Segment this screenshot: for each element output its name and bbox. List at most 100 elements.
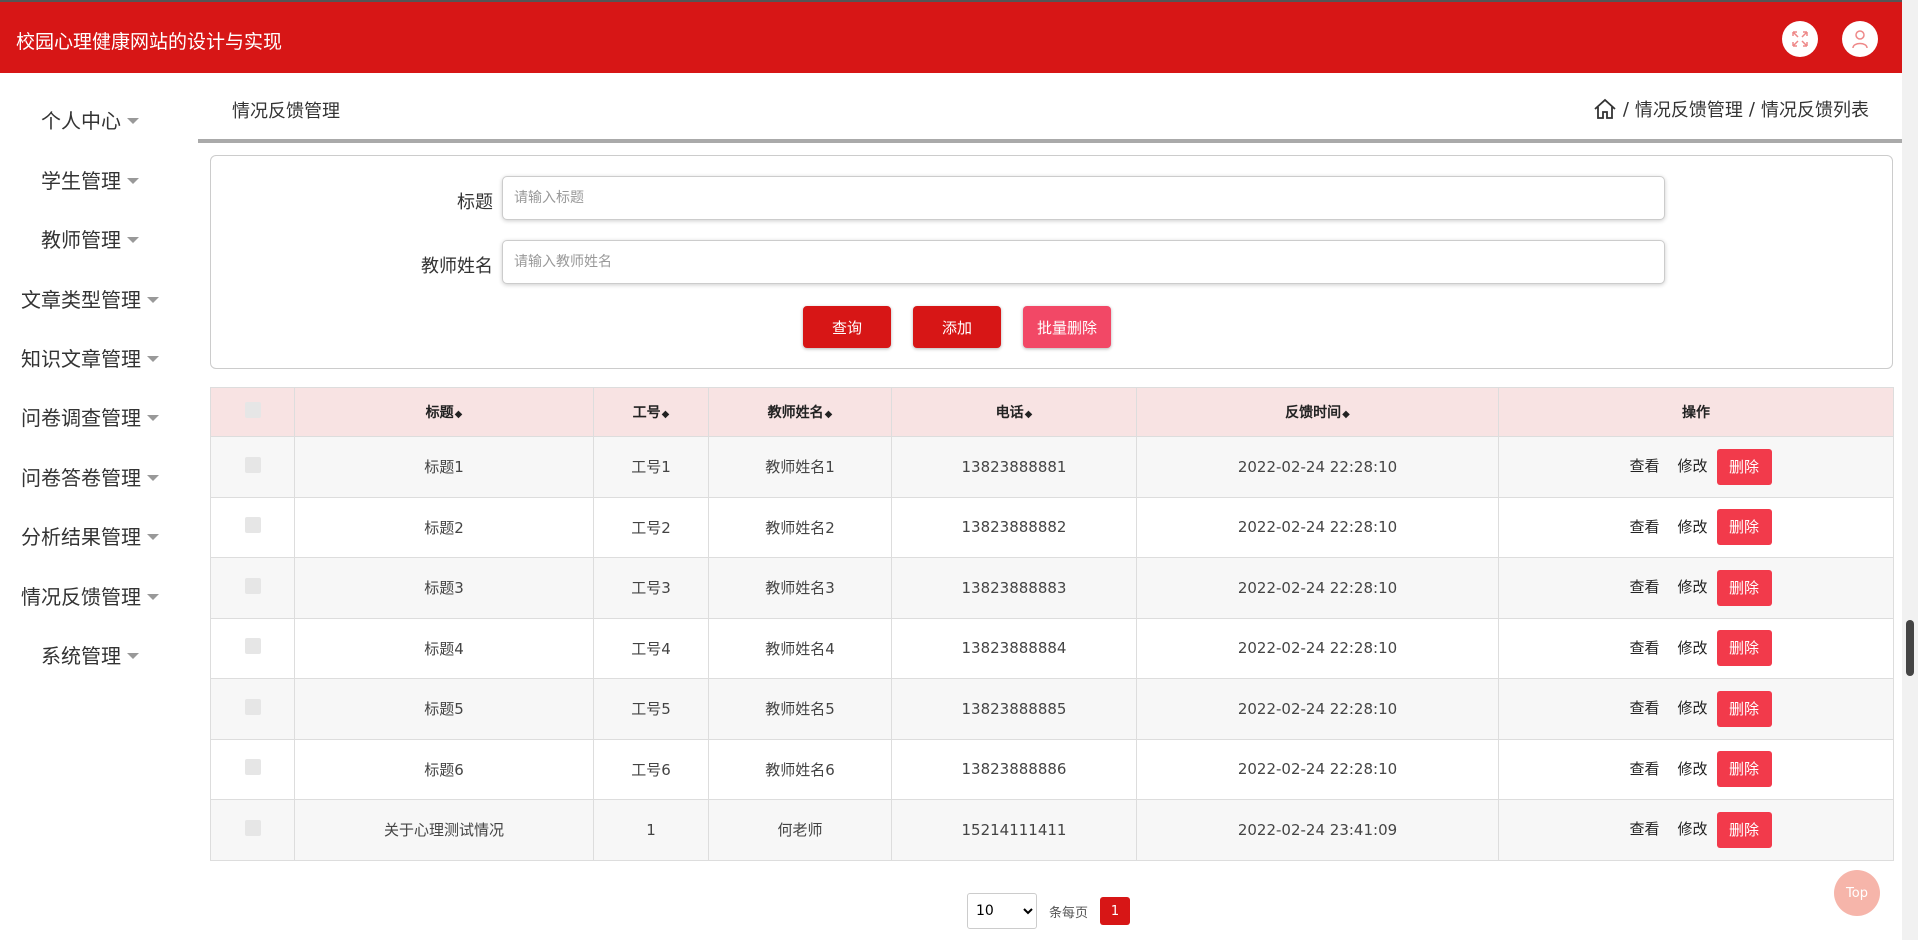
delete-button[interactable]: 删除 xyxy=(1716,569,1772,606)
page-header: 情况反馈管理 / 情况反馈管理 / 情况反馈列表 xyxy=(198,73,1902,143)
caret-down-icon xyxy=(127,117,139,124)
column-header-id[interactable]: 工号◆ xyxy=(593,387,709,437)
view-button[interactable]: 查看 xyxy=(1629,578,1659,596)
breadcrumb-item-feedback-management[interactable]: 情况反馈管理 xyxy=(1635,96,1743,122)
caret-down-icon xyxy=(147,414,159,421)
sidebar-item-article-type[interactable]: 文章类型管理 xyxy=(0,278,180,318)
select-all-cell xyxy=(210,387,295,437)
sidebar-item-answer-sheet[interactable]: 问卷答卷管理 xyxy=(0,456,180,496)
row-checkbox[interactable] xyxy=(244,577,261,594)
view-button[interactable]: 查看 xyxy=(1629,760,1659,778)
edit-button[interactable]: 修改 xyxy=(1678,699,1708,717)
caret-down-icon xyxy=(127,177,139,184)
column-header-time[interactable]: 反馈时间◆ xyxy=(1136,387,1499,437)
view-button[interactable]: 查看 xyxy=(1629,518,1659,536)
sort-icon[interactable]: ◆ xyxy=(1342,409,1350,420)
column-header-teacher[interactable]: 教师姓名◆ xyxy=(708,387,892,437)
edit-button[interactable]: 修改 xyxy=(1678,760,1708,778)
sidebar-item-analysis-result[interactable]: 分析结果管理 xyxy=(0,515,180,555)
column-title-label: 标题 xyxy=(425,405,454,421)
sidebar: 个人中心 学生管理 教师管理 文章类型管理 知识文章管理 问卷调查管理 问卷答卷… xyxy=(0,73,198,940)
back-to-top-button[interactable]: Top xyxy=(1834,870,1880,916)
cell-title: 标题4 xyxy=(294,617,594,679)
cell-actions: 查看 修改 删除 xyxy=(1498,557,1894,619)
page-number-current[interactable]: 1 xyxy=(1100,897,1131,925)
row-checkbox[interactable] xyxy=(244,759,261,776)
row-checkbox[interactable] xyxy=(244,638,261,655)
cell-phone: 13823888886 xyxy=(891,738,1137,800)
table-row: 标题3 工号3 教师姓名3 13823888883 2022-02-24 22:28:1… xyxy=(210,557,1894,619)
edit-button[interactable]: 修改 xyxy=(1678,457,1708,475)
cell-id: 工号6 xyxy=(593,738,709,800)
delete-button[interactable]: 删除 xyxy=(1716,509,1772,546)
edit-button[interactable]: 修改 xyxy=(1678,639,1708,657)
view-button[interactable]: 查看 xyxy=(1629,699,1659,717)
sidebar-item-student[interactable]: 学生管理 xyxy=(0,159,180,199)
person-icon xyxy=(1852,30,1868,49)
cell-time: 2022-02-24 22:28:10 xyxy=(1136,496,1499,558)
scrollbar[interactable] xyxy=(1902,0,1918,940)
cell-phone: 13823888884 xyxy=(891,617,1137,679)
home-icon[interactable] xyxy=(1593,98,1617,120)
sort-icon[interactable]: ◆ xyxy=(825,409,833,420)
feedback-table: 标题◆ 工号◆ 教师姓名◆ 电话◆ 反馈时间◆ 操作 标题1 工号1 教师姓名1 13… xyxy=(210,387,1894,861)
breadcrumb: / 情况反馈管理 / 情况反馈列表 xyxy=(1593,96,1869,122)
fullscreen-icon[interactable] xyxy=(1782,21,1818,57)
delete-button[interactable]: 删除 xyxy=(1716,811,1772,848)
sidebar-item-system[interactable]: 系统管理 xyxy=(0,634,180,674)
search-form: 标题 教师姓名 查询 添加 批量删除 xyxy=(210,155,1893,369)
column-header-actions: 操作 xyxy=(1498,387,1894,437)
batch-delete-button[interactable]: 批量删除 xyxy=(1023,306,1111,348)
column-header-phone[interactable]: 电话◆ xyxy=(891,387,1137,437)
per-page-label: 条每页 xyxy=(1049,905,1089,921)
sort-icon[interactable]: ◆ xyxy=(1025,409,1033,420)
sort-icon[interactable]: ◆ xyxy=(662,409,670,420)
scrollbar-thumb[interactable] xyxy=(1906,620,1914,676)
cell-teacher: 教师姓名2 xyxy=(708,496,892,558)
sidebar-item-teacher[interactable]: 教师管理 xyxy=(0,218,180,258)
column-header-title[interactable]: 标题◆ xyxy=(294,387,594,437)
sidebar-item-personal-center[interactable]: 个人中心 xyxy=(0,99,180,139)
sidebar-item-feedback[interactable]: 情况反馈管理 xyxy=(0,575,180,615)
delete-button[interactable]: 删除 xyxy=(1716,690,1772,727)
edit-button[interactable]: 修改 xyxy=(1678,518,1708,536)
sidebar-item-survey[interactable]: 问卷调查管理 xyxy=(0,396,180,436)
column-id-label: 工号 xyxy=(632,405,661,421)
view-button[interactable]: 查看 xyxy=(1629,639,1659,657)
teacher-name-input[interactable] xyxy=(502,240,1665,284)
cell-title: 标题2 xyxy=(294,496,594,558)
user-icon[interactable] xyxy=(1842,21,1878,57)
column-time-label: 反馈时间 xyxy=(1285,405,1342,421)
row-checkbox[interactable] xyxy=(244,698,261,715)
teacher-name-label: 教师姓名 xyxy=(421,256,493,277)
row-checkbox[interactable] xyxy=(244,517,261,534)
row-checkbox[interactable] xyxy=(244,456,261,473)
view-button[interactable]: 查看 xyxy=(1629,457,1659,475)
delete-button[interactable]: 删除 xyxy=(1716,630,1772,667)
delete-button[interactable]: 删除 xyxy=(1716,751,1772,788)
title-label: 标题 xyxy=(457,192,493,213)
delete-button[interactable]: 删除 xyxy=(1716,448,1772,485)
add-button[interactable]: 添加 xyxy=(913,306,1001,348)
row-checkbox[interactable] xyxy=(244,819,261,836)
page-size-select[interactable]: 10 xyxy=(967,893,1037,929)
select-all-checkbox[interactable] xyxy=(244,402,261,418)
cell-id: 工号3 xyxy=(593,557,709,619)
edit-button[interactable]: 修改 xyxy=(1678,820,1708,838)
cell-title: 标题5 xyxy=(294,678,594,740)
cell-title: 标题1 xyxy=(294,436,594,498)
edit-button[interactable]: 修改 xyxy=(1678,578,1708,596)
sort-icon[interactable]: ◆ xyxy=(455,409,463,420)
sidebar-item-knowledge-article[interactable]: 知识文章管理 xyxy=(0,337,180,377)
row-select-cell xyxy=(210,678,295,740)
view-button[interactable]: 查看 xyxy=(1629,820,1659,838)
cell-time: 2022-02-24 22:28:10 xyxy=(1136,436,1499,498)
sidebar-item-label: 知识文章管理 xyxy=(21,346,141,371)
sidebar-item-label: 问卷调查管理 xyxy=(21,405,141,430)
query-button[interactable]: 查询 xyxy=(803,306,891,348)
table-header-row: 标题◆ 工号◆ 教师姓名◆ 电话◆ 反馈时间◆ 操作 xyxy=(210,387,1894,437)
breadcrumb-item-feedback-list: 情况反馈列表 xyxy=(1761,100,1869,121)
title-input[interactable] xyxy=(502,176,1665,220)
cell-teacher: 教师姓名3 xyxy=(708,557,892,619)
breadcrumb-separator: / xyxy=(1748,98,1755,120)
